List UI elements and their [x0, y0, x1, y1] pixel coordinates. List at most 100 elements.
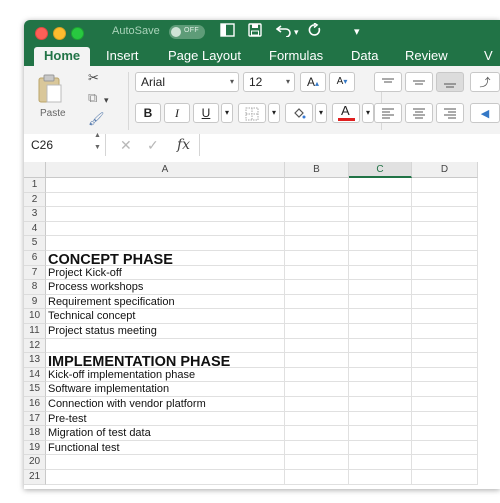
cell-d1[interactable] — [412, 178, 478, 193]
cell-a17[interactable]: Pre-test — [46, 411, 285, 427]
underline-dropdown-icon[interactable]: ▾ — [221, 103, 233, 123]
cell-c21[interactable] — [349, 470, 412, 485]
fill-color-dropdown-icon[interactable]: ▾ — [315, 103, 327, 123]
cell-c4[interactable] — [349, 221, 412, 237]
cell-c16[interactable] — [349, 397, 412, 412]
row-header[interactable]: 15 — [24, 382, 46, 397]
orientation-button[interactable]: ⤴ — [470, 72, 500, 92]
cell-b1[interactable] — [285, 178, 349, 193]
cell-d16[interactable] — [412, 397, 478, 412]
cell-d11[interactable] — [412, 324, 478, 339]
cell-d20[interactable] — [412, 455, 478, 470]
cell-a13[interactable]: IMPLEMENTATION PHASE — [46, 353, 285, 370]
cell-a12[interactable] — [46, 338, 285, 354]
cell-b21[interactable] — [285, 470, 349, 485]
cell-d6[interactable] — [412, 251, 478, 266]
row-header[interactable]: 5 — [24, 236, 46, 251]
align-top-button[interactable] — [374, 72, 402, 92]
cell-a16[interactable]: Connection with vendor platform — [46, 397, 285, 412]
row-header[interactable]: 16 — [24, 397, 46, 412]
cell-d14[interactable] — [412, 367, 478, 383]
redo-icon[interactable] — [308, 22, 322, 41]
row-header[interactable]: 17 — [24, 411, 46, 427]
cell-c11[interactable] — [349, 324, 412, 339]
tab-data[interactable]: Data — [351, 47, 378, 66]
row-header[interactable]: 12 — [24, 338, 46, 354]
cell-c20[interactable] — [349, 455, 412, 470]
italic-button[interactable]: I — [164, 103, 190, 123]
cell-c7[interactable] — [349, 265, 412, 281]
cell-a15[interactable]: Software implementation — [46, 382, 285, 397]
cell-c1[interactable] — [349, 178, 412, 193]
underline-button[interactable]: U — [193, 103, 219, 123]
row-header[interactable]: 7 — [24, 265, 46, 281]
cell-a5[interactable] — [46, 236, 285, 251]
cancel-icon[interactable]: ✕ — [120, 134, 132, 156]
cell-b6[interactable] — [285, 251, 349, 266]
column-header-b[interactable]: B — [285, 162, 349, 178]
cell-d8[interactable] — [412, 280, 478, 295]
cell-b7[interactable] — [285, 265, 349, 281]
row-header[interactable]: 18 — [24, 426, 46, 441]
row-header[interactable]: 19 — [24, 440, 46, 456]
row-header[interactable]: 8 — [24, 280, 46, 295]
cell-b4[interactable] — [285, 221, 349, 237]
cell-a11[interactable]: Project status meeting — [46, 324, 285, 339]
cell-a18[interactable]: Migration of test data — [46, 426, 285, 441]
row-header[interactable]: 9 — [24, 294, 46, 310]
cell-d13[interactable] — [412, 353, 478, 368]
tab-page-layout[interactable]: Page Layout — [168, 47, 241, 66]
cell-c12[interactable] — [349, 338, 412, 354]
font-name-select[interactable]: Arial ▾ — [135, 72, 239, 92]
cut-icon[interactable]: ✂ — [88, 70, 99, 86]
tab-insert[interactable]: Insert — [106, 47, 139, 66]
font-color-button[interactable]: A — [332, 103, 360, 123]
column-header-d[interactable]: D — [412, 162, 478, 178]
cell-c18[interactable] — [349, 426, 412, 441]
cell-b20[interactable] — [285, 455, 349, 470]
cell-b18[interactable] — [285, 426, 349, 441]
cell-b16[interactable] — [285, 397, 349, 412]
cell-d5[interactable] — [412, 236, 478, 251]
row-header[interactable]: 6 — [24, 251, 46, 266]
cell-a1[interactable] — [46, 178, 285, 193]
bold-button[interactable]: B — [135, 103, 161, 123]
decrease-font-size-button[interactable]: A▾ — [329, 72, 355, 92]
tab-view[interactable]: V — [484, 47, 493, 66]
cell-d15[interactable] — [412, 382, 478, 397]
stepper-up-icon[interactable]: ▲ — [94, 130, 101, 142]
row-header[interactable]: 3 — [24, 207, 46, 222]
insert-function-button[interactable]: fx — [177, 134, 190, 156]
cell-d9[interactable] — [412, 294, 478, 310]
cell-a14[interactable]: Kick-off implementation phase — [46, 367, 285, 383]
cell-c8[interactable] — [349, 280, 412, 295]
borders-dropdown-icon[interactable]: ▾ — [268, 103, 280, 123]
sidebar-toggle-icon[interactable] — [220, 23, 235, 41]
cell-d19[interactable] — [412, 440, 478, 456]
undo-icon[interactable] — [275, 23, 292, 41]
row-header[interactable]: 20 — [24, 455, 46, 470]
cell-a19[interactable]: Functional test — [46, 440, 285, 456]
cell-c17[interactable] — [349, 411, 412, 427]
format-painter-icon[interactable]: 🖌 — [88, 111, 105, 127]
zoom-window-button[interactable] — [71, 27, 84, 40]
cell-a20[interactable] — [46, 455, 285, 470]
row-header[interactable]: 13 — [24, 353, 46, 368]
minimize-window-button[interactable] — [53, 27, 66, 40]
align-center-button[interactable] — [405, 103, 433, 123]
tab-home[interactable]: Home — [34, 47, 91, 66]
cell-c13[interactable] — [349, 353, 412, 368]
paste-icon[interactable] — [36, 74, 64, 109]
autosave-toggle[interactable]: OFF — [169, 25, 205, 39]
fill-color-button[interactable] — [285, 103, 313, 123]
select-all-corner[interactable] — [24, 162, 46, 178]
save-icon[interactable] — [248, 23, 262, 41]
cell-d3[interactable] — [412, 207, 478, 222]
cell-a9[interactable]: Requirement specification — [46, 294, 285, 310]
cell-a8[interactable]: Process workshops — [46, 280, 285, 295]
cell-c2[interactable] — [349, 192, 412, 208]
cell-c3[interactable] — [349, 207, 412, 222]
cell-a21[interactable] — [46, 470, 285, 485]
cell-b14[interactable] — [285, 367, 349, 383]
cell-b9[interactable] — [285, 294, 349, 310]
